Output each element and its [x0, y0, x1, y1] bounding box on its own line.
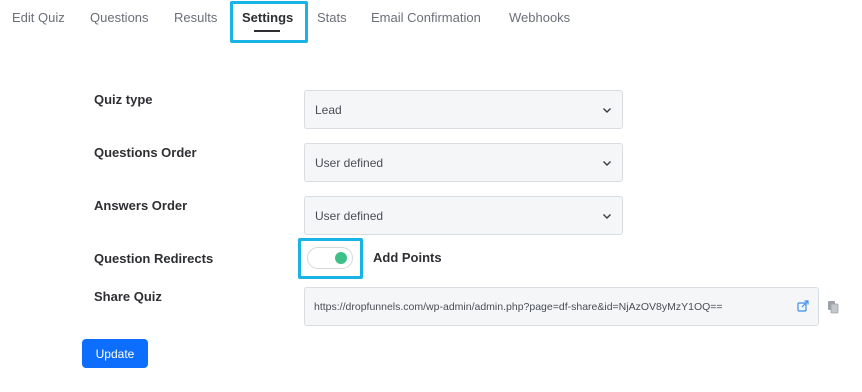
- share-url-field[interactable]: https://dropfunnels.com/wp-admin/admin.p…: [304, 287, 819, 326]
- questions-order-value: User defined: [315, 155, 384, 170]
- tab-bar: Edit Quiz Questions Results Settings Sta…: [0, 0, 862, 44]
- active-tab-indicator: [254, 30, 280, 32]
- answers-order-select[interactable]: User defined: [304, 196, 623, 235]
- toggle-knob: [335, 252, 347, 264]
- tab-webhooks[interactable]: Webhooks: [509, 10, 570, 25]
- answers-order-value: User defined: [315, 208, 384, 223]
- tab-questions[interactable]: Questions: [90, 10, 149, 25]
- quiz-type-select[interactable]: Lead: [304, 90, 623, 129]
- add-points-label: Add Points: [373, 250, 442, 265]
- questions-order-label: Questions Order: [94, 145, 197, 160]
- copy-icon[interactable]: [827, 300, 839, 314]
- tab-settings[interactable]: Settings: [242, 10, 293, 25]
- tab-results[interactable]: Results: [174, 10, 217, 25]
- external-share-icon[interactable]: [797, 300, 809, 312]
- quiz-type-label: Quiz type: [94, 92, 153, 107]
- tab-email-confirmation[interactable]: Email Confirmation: [371, 10, 481, 25]
- questions-order-select[interactable]: User defined: [304, 143, 623, 182]
- add-points-toggle[interactable]: [307, 247, 353, 269]
- update-button[interactable]: Update: [82, 339, 148, 368]
- share-url-text: https://dropfunnels.com/wp-admin/admin.p…: [314, 300, 723, 313]
- quiz-type-value: Lead: [315, 102, 342, 117]
- share-quiz-label: Share Quiz: [94, 289, 162, 304]
- chevron-down-icon: [603, 214, 611, 219]
- question-redirects-label: Question Redirects: [94, 251, 214, 266]
- chevron-down-icon: [603, 161, 611, 166]
- chevron-down-icon: [603, 108, 611, 113]
- tab-stats[interactable]: Stats: [317, 10, 347, 25]
- answers-order-label: Answers Order: [94, 198, 188, 213]
- tab-edit-quiz[interactable]: Edit Quiz: [12, 10, 65, 25]
